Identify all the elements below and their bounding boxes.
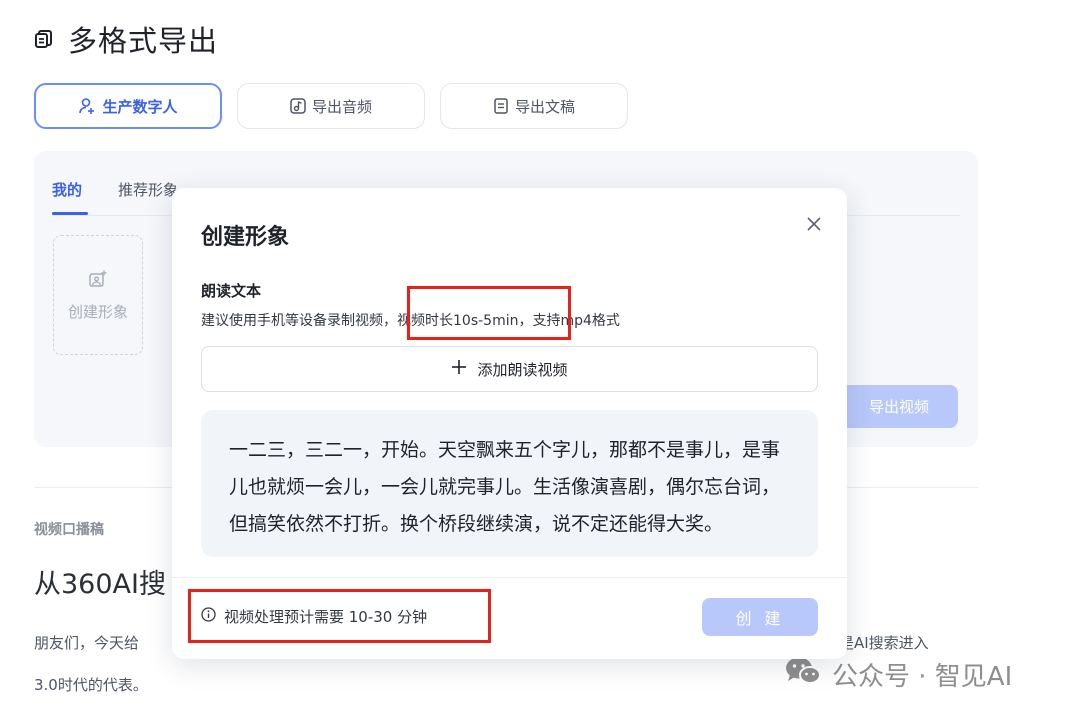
export-video-button[interactable]: 导出视频 — [840, 385, 958, 428]
add-reading-video-button[interactable]: 添加朗读视频 — [201, 346, 818, 392]
tab-export-document[interactable]: 导出文稿 — [440, 83, 628, 129]
sub-tab-recommended[interactable]: 推荐形象 — [118, 179, 178, 200]
plus-icon — [451, 359, 467, 379]
divider — [172, 577, 847, 578]
article-headline: 从360AI搜 — [34, 569, 166, 600]
annotation-highlight-processing-time — [188, 589, 491, 643]
music-note-icon — [290, 98, 306, 114]
wechat-watermark: 公众号 · 智见AI — [784, 656, 1012, 693]
export-format-tabs: 生产数字人 导出音频 导出文稿 — [34, 83, 628, 129]
tab-export-audio[interactable]: 导出音频 — [237, 83, 425, 129]
active-tab-indicator — [52, 212, 88, 215]
tab-label: 导出音频 — [311, 97, 372, 116]
document-icon — [493, 98, 509, 114]
create-button[interactable]: 创 建 — [702, 598, 818, 636]
watermark-text: 公众号 · 智见AI — [832, 662, 1013, 692]
reading-text: 一二三，三二一，开始。天空飘来五个字儿，那都不是事儿，是事儿也就烦一会儿，一会儿… — [201, 410, 818, 557]
tab-label: 导出文稿 — [514, 97, 575, 116]
create-avatar-label: 创建形象 — [67, 302, 128, 321]
tab-label: 生产数字人 — [102, 97, 178, 116]
sub-tab-mine[interactable]: 我的 — [52, 179, 82, 200]
image-add-icon — [88, 269, 108, 293]
close-icon[interactable] — [802, 212, 826, 236]
create-avatar-card[interactable]: 创建形象 — [53, 235, 143, 355]
section-label: 视频口播稿 — [34, 522, 104, 538]
dialog-title: 创建形象 — [201, 225, 290, 250]
add-video-label: 添加朗读视频 — [477, 360, 568, 379]
page-title-text: 多格式导出 — [68, 24, 219, 58]
article-text: 朋友们，今天给 — [34, 634, 140, 652]
article-text: 3.0时代的代表。 — [34, 676, 148, 694]
page-title: 多格式导出 — [34, 18, 218, 60]
section-title: 朗读文本 — [201, 282, 262, 300]
avatar-sub-tabs: 我的 推荐形象 — [52, 179, 178, 200]
annotation-highlight-duration — [407, 286, 571, 340]
user-add-icon — [78, 97, 96, 115]
wechat-icon — [784, 656, 822, 693]
copy-icon — [34, 29, 54, 49]
tab-digital-human[interactable]: 生产数字人 — [34, 83, 222, 129]
